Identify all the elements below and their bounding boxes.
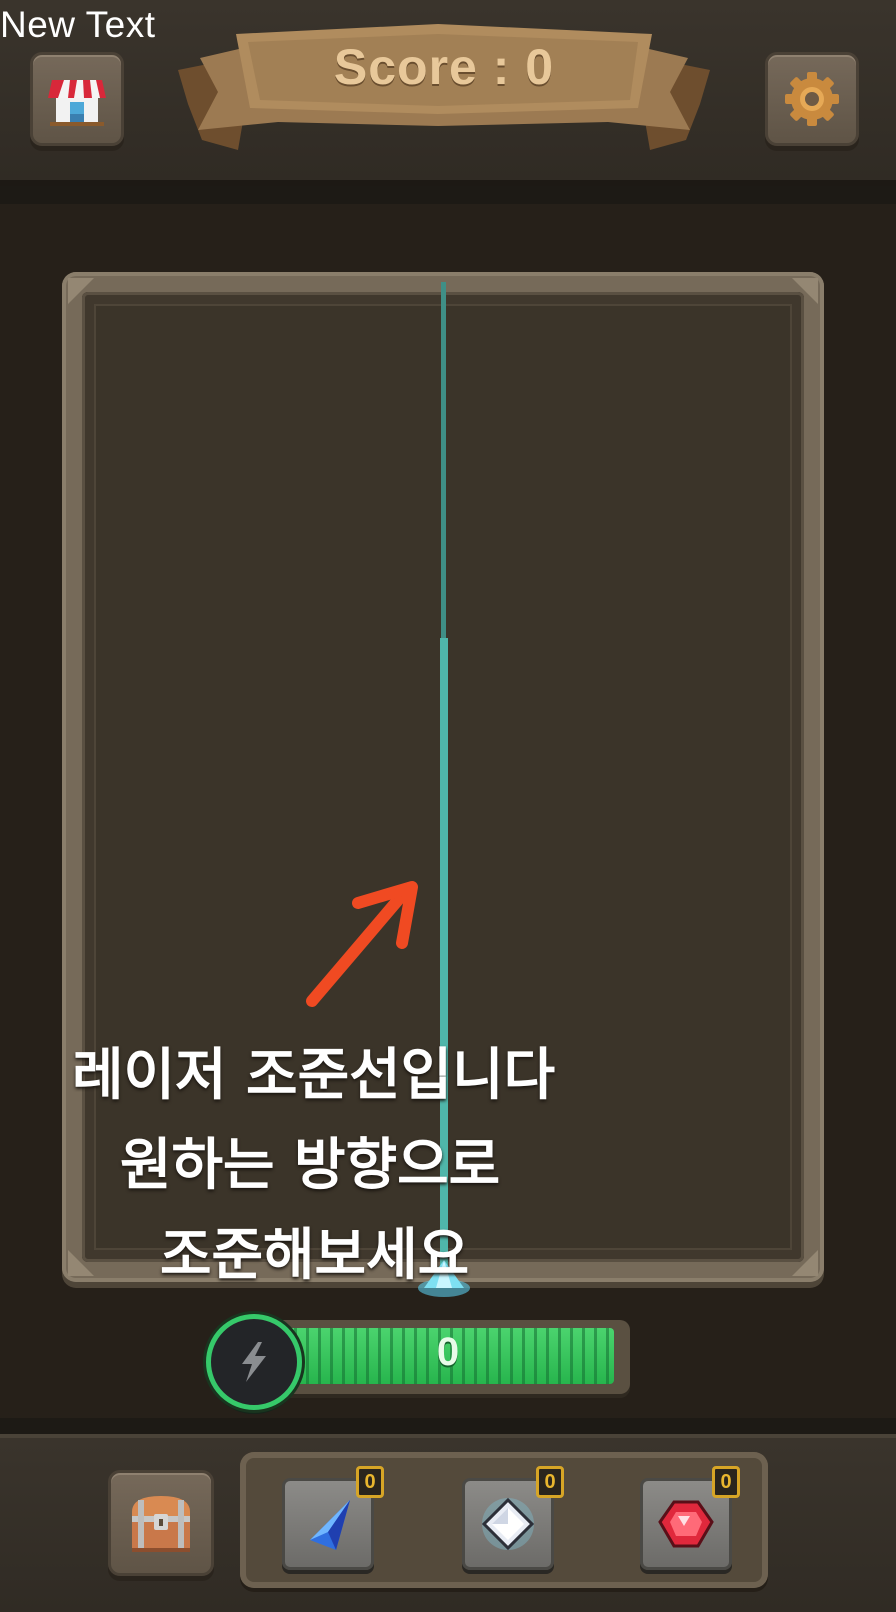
gem-count-blue: 0 <box>356 1466 384 1498</box>
gem-count-white: 0 <box>536 1466 564 1498</box>
shop-icon <box>48 80 106 126</box>
tutorial-hint-line: 레이저 조준선입니다 <box>72 1043 556 1108</box>
lightning-icon <box>242 1342 266 1382</box>
blue-crystal-icon <box>310 1500 350 1550</box>
energy-value: 0 <box>436 1330 460 1374</box>
energy-badge <box>206 1314 302 1410</box>
tutorial-arrow <box>306 881 418 1007</box>
board-corner-ornament <box>68 278 94 304</box>
settings-button[interactable] <box>765 52 859 146</box>
treasure-chest-button[interactable] <box>108 1470 214 1576</box>
treasure-chest-icon <box>132 1496 190 1552</box>
board-corner-ornament <box>68 1250 94 1276</box>
bottom-divider <box>0 1418 896 1434</box>
shop-button[interactable] <box>30 52 124 146</box>
tutorial-hint-line: 원하는 방향으로 <box>120 1133 501 1198</box>
red-ruby-icon <box>658 1500 714 1548</box>
gem-count-red: 0 <box>712 1466 740 1498</box>
tutorial-hint-line: 조준해보세요 <box>160 1223 470 1288</box>
board-corner-ornament <box>792 1250 818 1276</box>
top-divider <box>0 186 896 204</box>
laser-aim-line <box>441 282 446 638</box>
score-label: Score : 0 <box>333 39 555 95</box>
debug-label: New Text <box>0 4 156 45</box>
gear-icon <box>785 72 839 126</box>
board-corner-ornament <box>792 278 818 304</box>
white-diamond-icon <box>481 1497 535 1551</box>
